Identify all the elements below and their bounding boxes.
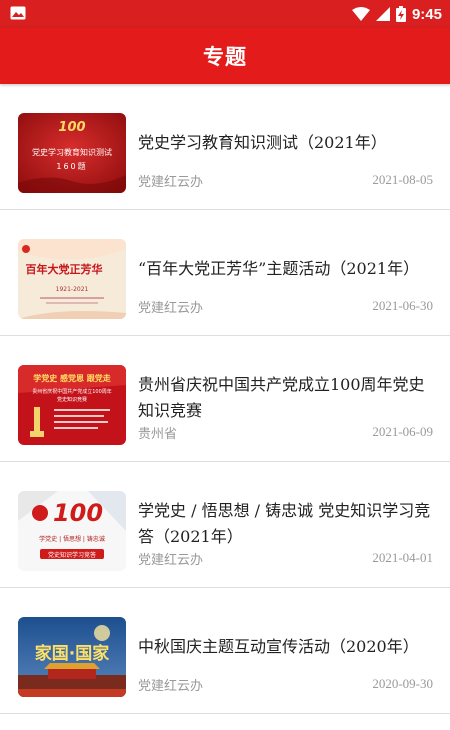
- battery-charging-icon: [395, 6, 406, 22]
- item-date: 2021-06-30: [372, 298, 433, 313]
- item-date: 2021-08-05: [372, 172, 433, 187]
- list-item[interactable]: 100 学党史 | 悟思想 | 铸忠诚 党史知识学习竞答 学党史 / 悟思想 /…: [0, 462, 450, 588]
- wifi-icon: [351, 7, 370, 21]
- thumbnail-image[interactable]: 家国·国家: [18, 617, 126, 697]
- app-bar: 专题: [0, 28, 450, 84]
- thumb-caption: 党史知识竞赛: [57, 396, 87, 403]
- thumb-caption: 1921-2021: [56, 286, 89, 293]
- thumbnail-image[interactable]: 100 学党史 | 悟思想 | 铸忠诚 党史知识学习竞答: [18, 491, 126, 571]
- topic-list: 100 党史学习教育知识测试 160题 党史学习教育知识测试（2021年） 党建…: [0, 84, 450, 714]
- list-item[interactable]: 100 党史学习教育知识测试 160题 党史学习教育知识测试（2021年） 党建…: [0, 84, 450, 210]
- thumb-caption: 学党史 | 悟思想 | 铸忠诚: [39, 535, 105, 543]
- thumbnail-image[interactable]: 学党史 感党恩 跟党走 贵州省庆祝中国共产党成立100周年 党史知识竞赛: [18, 365, 126, 445]
- page-title: 专题: [203, 45, 247, 69]
- item-source: 党建红云办: [138, 175, 204, 190]
- thumb-number: 100: [53, 499, 103, 527]
- item-title[interactable]: 党史学习教育知识测试（2021年）: [138, 130, 434, 156]
- item-title[interactable]: 学党史 / 悟思想 / 铸忠诚 党史知识学习竞答（2021年）: [138, 498, 434, 550]
- item-source: 贵州省: [138, 427, 178, 442]
- item-title[interactable]: “百年大党正芳华”主题活动（2021年）: [138, 256, 434, 282]
- thumb-caption: 160题: [56, 162, 87, 171]
- thumbnail-image[interactable]: 百年大党正芳华 1921-2021: [18, 239, 126, 319]
- thumb-heading: 学党史 感党恩 跟党走: [33, 373, 112, 383]
- item-title[interactable]: 贵州省庆祝中国共产党成立100周年党史知识竞赛: [138, 372, 434, 424]
- thumbnail-image[interactable]: 100 党史学习教育知识测试 160题: [18, 113, 126, 193]
- thumb-caption: 党史知识学习竞答: [48, 551, 96, 559]
- list-item[interactable]: 百年大党正芳华 1921-2021 “百年大党正芳华”主题活动（2021年） 党…: [0, 210, 450, 336]
- item-date: 2021-06-09: [372, 424, 433, 439]
- thumb-caption: 党史学习教育知识测试: [32, 147, 112, 157]
- clock: 9:45: [411, 5, 442, 23]
- item-source: 党建红云办: [138, 553, 204, 568]
- item-source: 党建红云办: [138, 301, 204, 316]
- list-item[interactable]: 学党史 感党恩 跟党走 贵州省庆祝中国共产党成立100周年 党史知识竞赛 贵州省…: [0, 336, 450, 462]
- status-bar: 9:45: [0, 0, 450, 28]
- item-source: 党建红云办: [138, 679, 204, 694]
- thumb-number: 100: [58, 120, 85, 135]
- item-date: 2021-04-01: [372, 550, 433, 565]
- item-title[interactable]: 中秋国庆主题互动宣传活动（2020年）: [138, 634, 434, 660]
- thumb-heading: 百年大党正芳华: [26, 262, 103, 276]
- image-icon: [10, 6, 26, 20]
- item-date: 2020-09-30: [372, 676, 433, 691]
- thumb-heading: 家国·国家: [35, 643, 109, 664]
- signal-icon: [375, 7, 390, 21]
- thumb-caption: 贵州省庆祝中国共产党成立100周年: [32, 388, 112, 395]
- list-item[interactable]: 家国·国家 中秋国庆主题互动宣传活动（2020年） 党建红云办 2020-09-…: [0, 588, 450, 714]
